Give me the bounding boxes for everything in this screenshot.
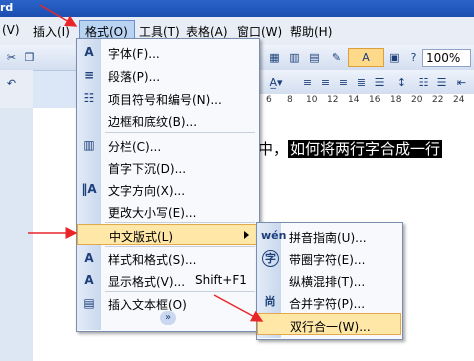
arrow-to-two-lines-in-one — [213, 294, 264, 322]
arrow-to-format-menu — [39, 4, 78, 27]
annotation-arrows — [28, 4, 264, 322]
